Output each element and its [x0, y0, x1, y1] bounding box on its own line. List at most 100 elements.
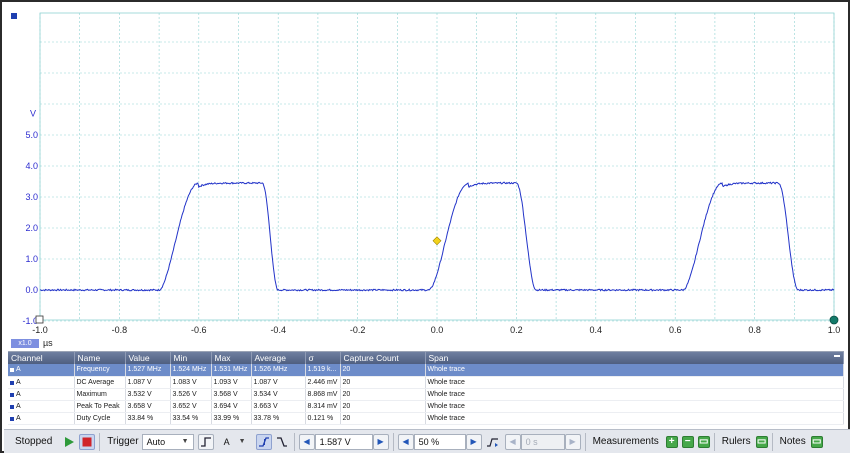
x-tick-label: 0.4: [590, 325, 603, 335]
minimize-table-icon[interactable]: [834, 355, 840, 357]
cell-average: 3.663 V: [251, 400, 306, 413]
table-row[interactable]: A Maximum 3.532 V 3.526 V 3.568 V 3.534 …: [8, 388, 844, 401]
x-tick-label: -1.0: [32, 325, 48, 335]
x-tick-label: -0.8: [112, 325, 128, 335]
col-header-channel[interactable]: Channel: [8, 352, 75, 364]
falling-edge-button[interactable]: [274, 434, 290, 450]
arrow-right-icon: [471, 436, 477, 447]
col-header-name[interactable]: Name: [74, 352, 126, 364]
cell-value: 33.84 %: [125, 412, 171, 425]
col-header-min[interactable]: Min: [170, 352, 212, 364]
cell-name: Duty Cycle: [74, 412, 126, 425]
pretrigger-increase-button[interactable]: [465, 433, 482, 450]
cell-span: Whole trace: [425, 364, 844, 377]
cell-average: 1.087 V: [251, 376, 306, 389]
x-tick-label: 1.0: [828, 325, 841, 335]
cell-sigma: 2.446 mV: [305, 376, 341, 389]
table-row[interactable]: A DC Average 1.087 V 1.083 V 1.093 V 1.0…: [8, 376, 844, 389]
scope-graph[interactable]: V5.04.03.02.01.00.0-1.0-1.0 -0.8 -0.6 -0.4-…: [8, 6, 844, 344]
cell-name: Frequency: [74, 364, 126, 377]
cell-span: Whole trace: [425, 400, 844, 413]
cell-sigma: 0.121 %: [305, 412, 341, 425]
x-tick-label: -0.4: [270, 325, 286, 335]
table-row[interactable]: A Duty Cycle 33.84 % 33.54 % 33.99 % 33.…: [8, 412, 844, 425]
run-button[interactable]: [61, 434, 77, 450]
cell-sigma: 8.868 mV: [305, 388, 341, 401]
y-tick-label: 2.0: [25, 223, 38, 233]
x-tick-label: -0.2: [350, 325, 366, 335]
cell-sigma: 1.519 k...: [305, 364, 341, 377]
cell-max: 3.694 V: [211, 400, 252, 413]
rulers-settings-icon[interactable]: ▭: [755, 435, 768, 448]
stop-button[interactable]: [79, 433, 96, 450]
threshold-decrease-button[interactable]: [298, 433, 315, 450]
cell-min: 3.652 V: [170, 400, 212, 413]
arrow-right-icon: [378, 436, 384, 447]
cell-max: 1.531 MHz: [211, 364, 252, 377]
post-trigger-delay-button[interactable]: [485, 434, 501, 450]
measurements-table: Channel Name Value Min Max Average σ Cap…: [8, 351, 844, 427]
falling-edge-icon: [276, 436, 287, 447]
delay-field[interactable]: 0 s: [520, 433, 565, 450]
arrow-right-icon: [570, 436, 576, 447]
x-axis-end-handle-icon[interactable]: [829, 315, 839, 325]
threshold-field[interactable]: 1.587 V: [314, 433, 373, 450]
col-header-average[interactable]: Average: [251, 352, 306, 364]
col-header-span[interactable]: Span: [425, 352, 844, 364]
arrow-left-icon: [403, 436, 409, 447]
x-axis-origin-handle-icon[interactable]: [35, 315, 44, 324]
rising-edge-icon: [258, 436, 269, 447]
table-row[interactable]: A Frequency 1.527 MHz 1.524 MHz 1.531 MH…: [8, 364, 844, 377]
table-row[interactable]: A Peak To Peak 3.658 V 3.652 V 3.694 V 3…: [8, 400, 844, 413]
delay-icon: [487, 437, 499, 447]
trigger-marker-icon[interactable]: [432, 236, 442, 246]
x-tick-label: 0.8: [748, 325, 761, 335]
cell-channel: A: [8, 388, 75, 401]
cell-max: 3.568 V: [211, 388, 252, 401]
delay-increase-button[interactable]: [564, 433, 581, 450]
cell-name: Maximum: [74, 388, 126, 401]
col-header-sigma[interactable]: σ: [305, 352, 341, 364]
scope-view[interactable]: V 5.0 4.0 3.0 2.0 1.0 0.0 -1.0 -1.0 -0.8 -0.6 -0.4-…: [8, 6, 844, 344]
notes-label: Notes: [779, 436, 806, 447]
edit-measurement-icon[interactable]: ▭: [697, 435, 710, 448]
capture-status: Stopped: [15, 436, 53, 447]
add-measurement-icon[interactable]: +: [665, 435, 678, 448]
threshold-increase-button[interactable]: [372, 433, 389, 450]
notes-toggle-icon[interactable]: ▭: [810, 435, 823, 448]
trigger-channel-select[interactable]: A ▼: [220, 434, 250, 450]
y-tick-label: 5.0: [25, 130, 38, 140]
cell-count: 20: [340, 388, 426, 401]
pretrigger-field[interactable]: 50 %: [413, 433, 466, 450]
x-tick-label: 0.2: [510, 325, 523, 335]
col-header-value[interactable]: Value: [125, 352, 171, 364]
cell-channel: A: [8, 412, 75, 425]
trigger-mode-select[interactable]: Auto ▼: [141, 433, 194, 450]
col-header-capture-count[interactable]: Capture Count: [340, 352, 426, 364]
toolbar-separator: [392, 432, 394, 451]
cell-channel: A: [8, 400, 75, 413]
cell-count: 20: [340, 376, 426, 389]
chevron-down-icon: ▼: [238, 438, 246, 445]
rulers-label: Rulers: [721, 436, 751, 447]
trigger-type-button[interactable]: [197, 433, 214, 450]
cell-name: Peak To Peak: [74, 400, 126, 413]
remove-measurement-icon[interactable]: −: [681, 435, 694, 448]
trigger-channel-value: A: [223, 436, 230, 447]
cell-min: 3.526 V: [170, 388, 212, 401]
pretrigger-decrease-button[interactable]: [397, 433, 414, 450]
arrow-left-icon: [510, 436, 516, 447]
cell-count: 20: [340, 364, 426, 377]
cell-value: 3.658 V: [125, 400, 171, 413]
x-tick-label: 0.6: [669, 325, 682, 335]
bottom-toolbar: Stopped Trigger Auto ▼ A ▼ 1.587 V: [4, 429, 850, 453]
col-header-max[interactable]: Max: [211, 352, 252, 364]
y-tick-label: 4.0: [25, 161, 38, 171]
toolbar-separator: [293, 432, 295, 451]
delay-decrease-button[interactable]: [504, 433, 521, 450]
rising-edge-button[interactable]: [255, 433, 272, 450]
trigger-mode-value: Auto: [146, 436, 166, 447]
stop-icon: [82, 437, 92, 446]
channel-scale-tag[interactable]: x1.0: [11, 339, 39, 348]
toolbar-separator: [713, 432, 715, 451]
